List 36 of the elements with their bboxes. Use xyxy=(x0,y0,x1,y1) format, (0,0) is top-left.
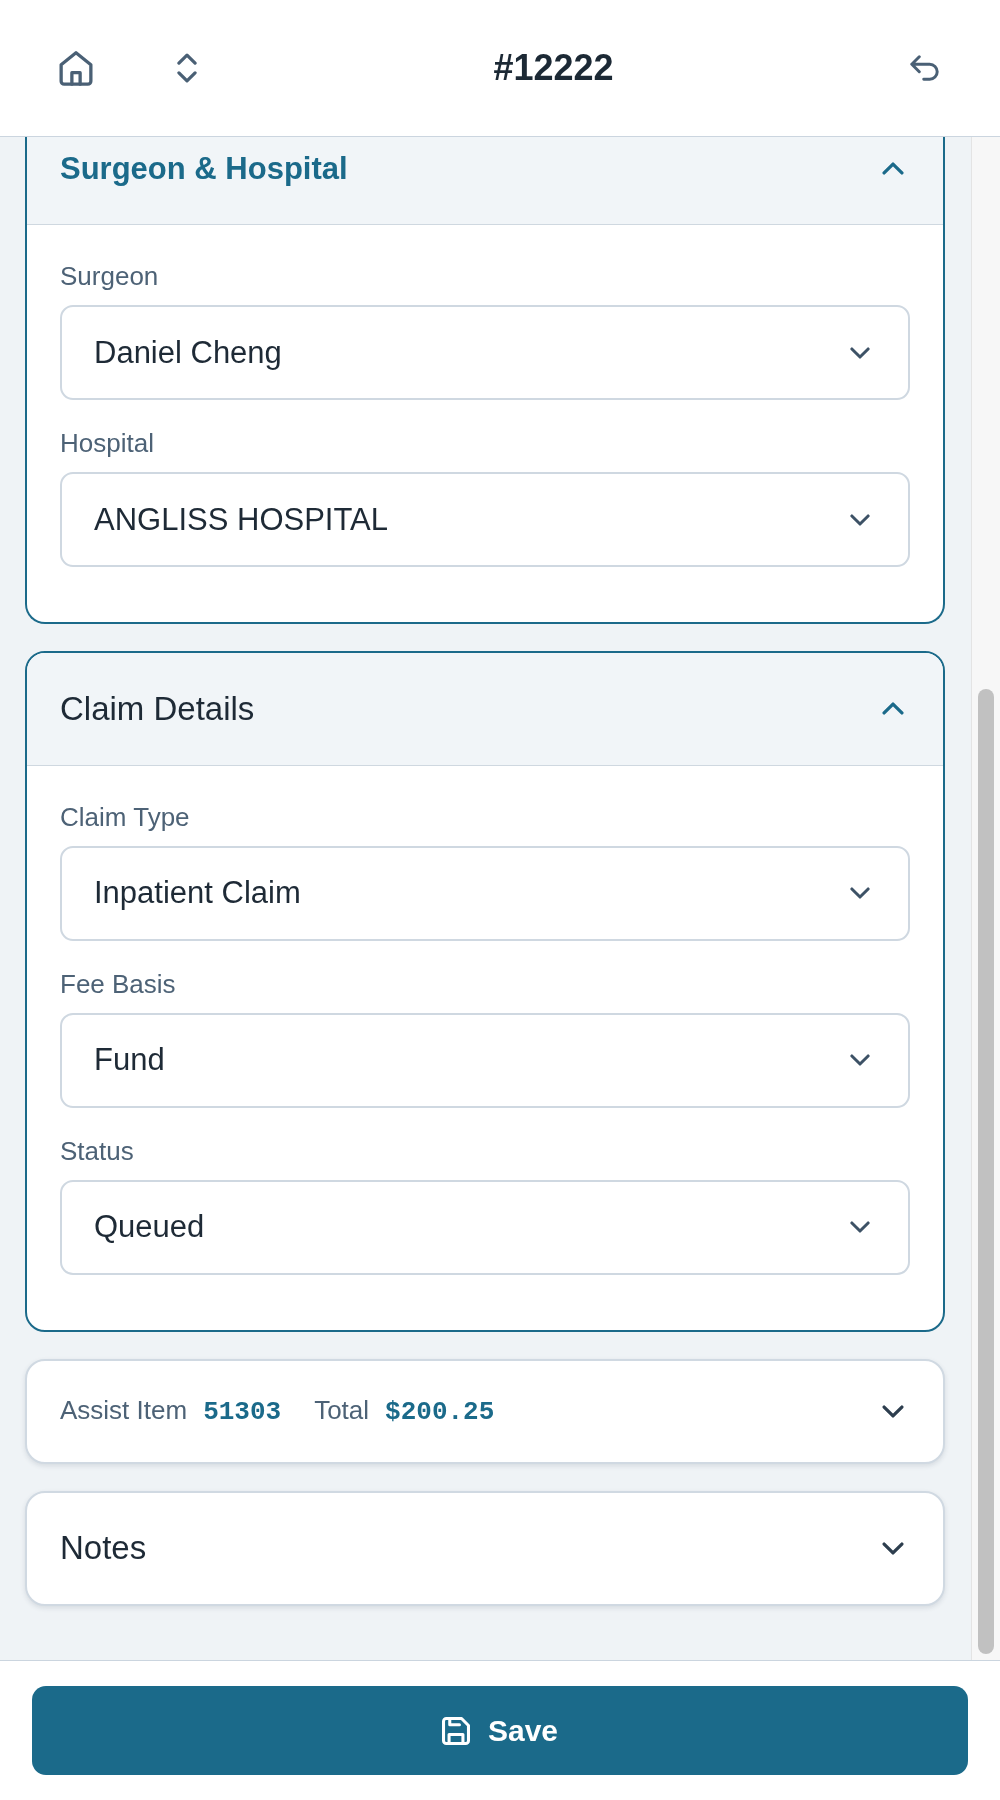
select-field[interactable]: Queued xyxy=(60,1179,910,1275)
chevron-down-icon[interactable] xyxy=(882,1404,904,1418)
chevron-down-icon xyxy=(850,1221,870,1233)
chevron-up-icon[interactable] xyxy=(882,702,904,716)
chevron-down-icon[interactable] xyxy=(882,1541,904,1555)
chevron-up-icon[interactable] xyxy=(882,162,904,175)
chevron-down-icon xyxy=(850,513,870,526)
summary-value: $200.25 xyxy=(385,1397,495,1427)
select-field[interactable]: Inpatient Claim xyxy=(60,845,910,941)
select-field[interactable]: ANGLISS HOSPITAL xyxy=(60,472,910,567)
select-field[interactable]: Fund xyxy=(60,1012,910,1108)
field-label: Fee Basis xyxy=(60,967,177,1001)
summary-label: Assist Item xyxy=(60,1395,188,1426)
chevron-down-icon xyxy=(850,346,870,359)
scrollbar-thumb[interactable] xyxy=(978,689,994,1654)
save-button[interactable]: Save xyxy=(32,1686,968,1775)
summary-label: Total xyxy=(314,1395,370,1426)
home-icon[interactable] xyxy=(59,50,93,86)
field-label: Hospital xyxy=(60,427,155,460)
select-field[interactable]: Daniel Cheng xyxy=(60,305,910,400)
section-title: Notes xyxy=(60,1529,147,1567)
section-header[interactable]: Surgeon & Hospital xyxy=(27,137,943,225)
field-label: Surgeon xyxy=(60,260,160,293)
undo-arrow-icon[interactable] xyxy=(910,55,939,81)
field-label: Status xyxy=(60,1134,135,1168)
field-label: Claim Type xyxy=(60,800,191,834)
chevron-up-down-icon[interactable] xyxy=(177,53,197,83)
chevron-down-icon xyxy=(850,887,870,899)
summary-value: 51303 xyxy=(203,1397,282,1427)
chevron-down-icon xyxy=(850,1054,870,1066)
page-title: #12222 xyxy=(492,47,615,89)
section-title: Claim Details xyxy=(60,689,255,728)
section-title: Surgeon & Hospital xyxy=(60,150,348,187)
accordion-section[interactable]: Assist Item 51303 Total $200.25 xyxy=(25,1358,945,1464)
section-header[interactable]: Claim Details xyxy=(27,653,943,766)
accordion-section[interactable]: Notes xyxy=(25,1490,945,1606)
